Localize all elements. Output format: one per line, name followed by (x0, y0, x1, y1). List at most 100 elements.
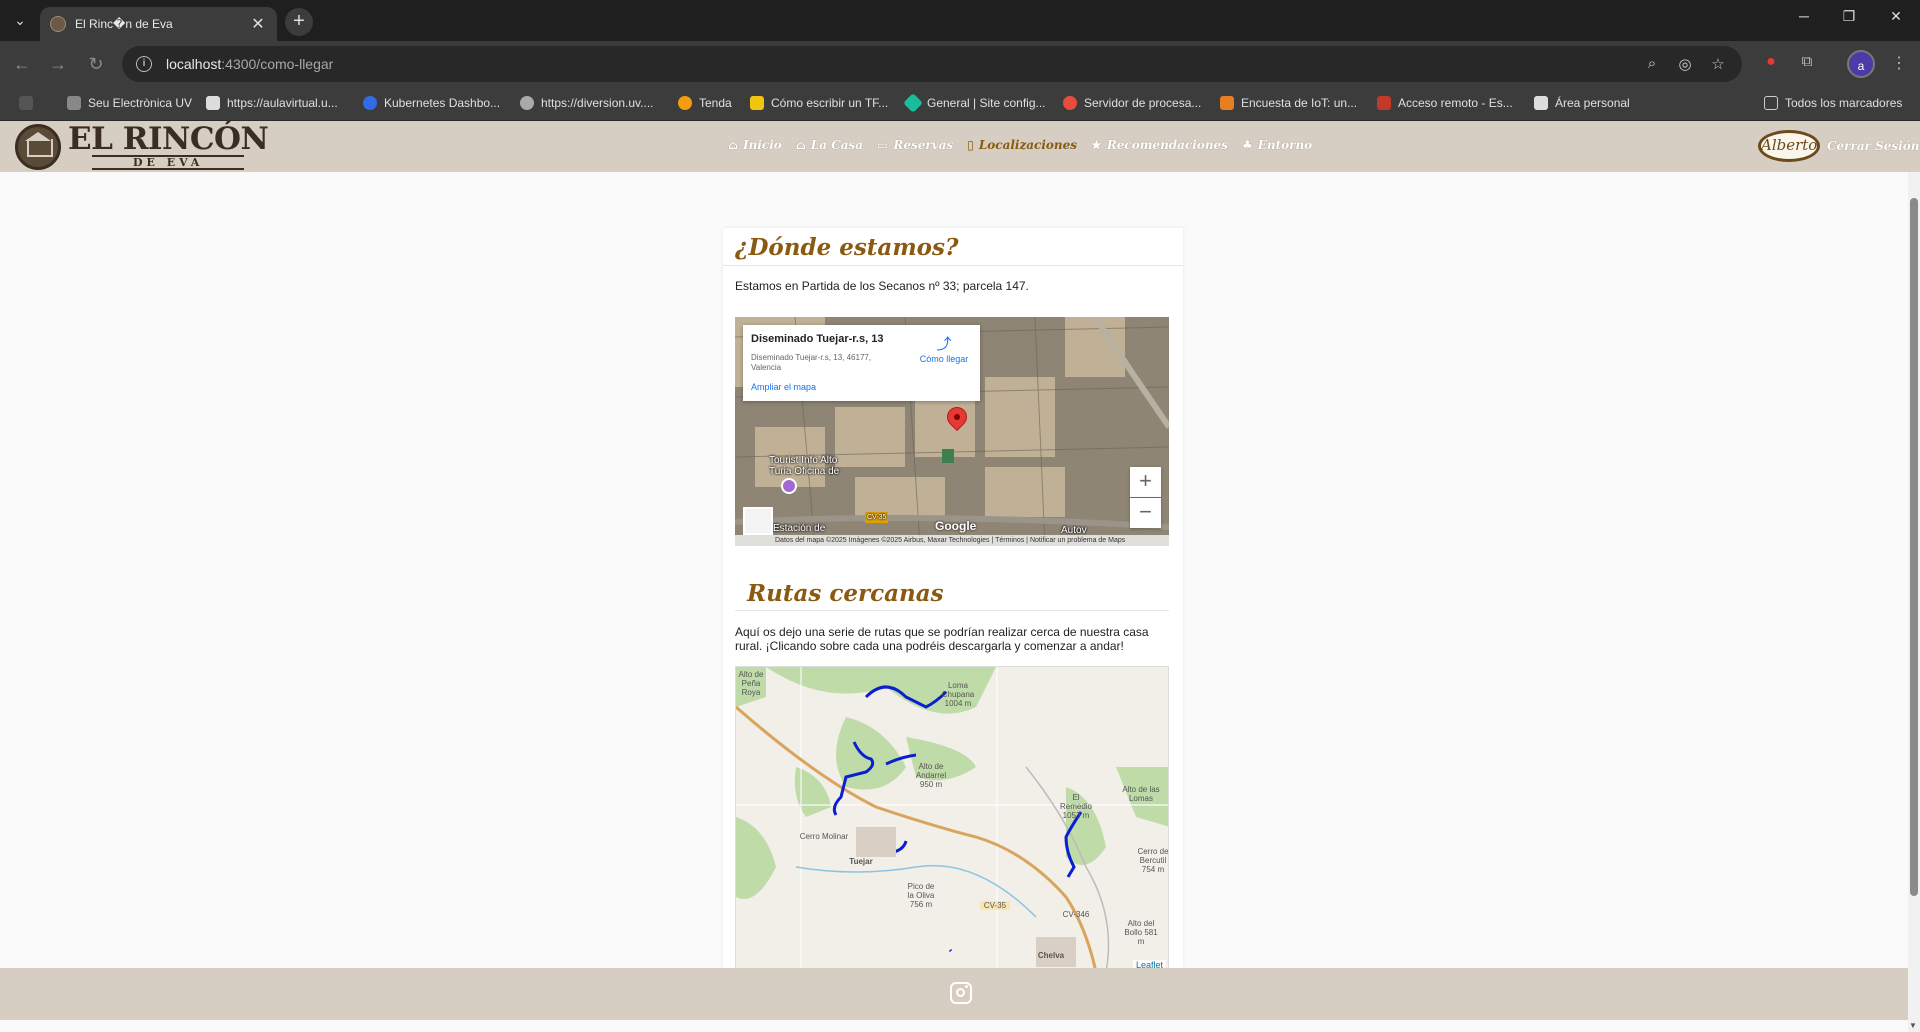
tab-title: El Rinc�n de Eva (75, 17, 173, 31)
place-address: Diseminado Tuejar-r.s, 13, 46177, Valenc… (751, 353, 872, 372)
content-card: ¿Dónde estamos? Estamos en Partida de lo… (723, 228, 1183, 968)
title-divider (723, 265, 1183, 266)
menu-item-localizaciones[interactable]: ▯ Localizaciones (967, 138, 1077, 152)
folder-icon (1764, 96, 1778, 110)
menu-item-entorno[interactable]: ♣ Entorno (1242, 138, 1312, 152)
bookmark-item[interactable]: https://aulavirtual.u... (206, 96, 338, 110)
road-label: CV-35 (865, 512, 889, 523)
site-navbar: EL RINCÓN DE EVA ⌂ Inicio ⌂ La Casa ▭ Reser… (0, 121, 1920, 172)
map-place-label: Cerro Molinar (799, 832, 849, 841)
routes-title: Rutas cercanas (747, 580, 944, 607)
restore-icon[interactable]: ❐ (1837, 8, 1861, 25)
bookmark-item[interactable]: Servidor de procesa... (1063, 96, 1201, 110)
bookmark-item[interactable]: https://diversion.uv.... (520, 96, 654, 110)
bookmark-item[interactable]: Encuesta de IoT: un... (1220, 96, 1357, 110)
zoom-icon[interactable]: ⌕ (1642, 55, 1662, 72)
google-map[interactable]: Tourist Info Alto Turia Oficina de Estac… (735, 317, 1169, 546)
browser-tabbar: ⌄ El Rinc�n de Eva ✕ + ─ ❐ ✕ (0, 0, 1920, 41)
reload-icon[interactable]: ↻ (84, 53, 108, 77)
tab-favicon-icon (50, 16, 66, 32)
map-attribution: Datos del mapa ©2025 Imágenes ©2025 Airb… (735, 535, 1169, 546)
extensions-puzzle-icon[interactable]: ⧉ (1797, 53, 1817, 73)
browser-tab[interactable]: El Rinc�n de Eva ✕ (40, 7, 277, 41)
profile-avatar[interactable]: a (1847, 50, 1875, 78)
new-tab-button[interactable]: + (285, 8, 313, 36)
main-menu: ⌂ Inicio ⌂ La Casa ▭ Reservas ▯ Localizacion… (728, 138, 1326, 152)
browser-menu-icon[interactable]: ⋮ (1889, 53, 1909, 73)
url-host: localhost (166, 56, 222, 72)
tab-search-chevron-icon[interactable]: ⌄ (8, 8, 32, 32)
tree-icon: ♣ (1241, 138, 1253, 152)
bookmark-star-icon[interactable]: ☆ (1708, 55, 1728, 73)
url-path: :4300/como-llegar (221, 56, 334, 72)
scroll-down-icon[interactable]: ▼ (1909, 1021, 1917, 1030)
menu-item-reservas[interactable]: ▭ Reservas (877, 138, 953, 152)
back-icon[interactable]: ← (10, 53, 34, 77)
zoom-out-button[interactable]: − (1130, 498, 1161, 528)
bookmark-favicon-icon (903, 93, 923, 113)
tracking-protection-icon[interactable]: ◎ (1675, 55, 1695, 73)
calendar-icon: ▭ (877, 138, 889, 152)
menu-item-inicio[interactable]: ⌂ Inicio (728, 138, 782, 152)
site-logo[interactable]: EL RINCÓN DE EVA (15, 121, 269, 170)
directions-button[interactable]: ⤴ Cómo llegar (918, 333, 970, 364)
forward-icon[interactable]: → (46, 53, 70, 77)
road-label: CV-346 (1062, 910, 1090, 919)
apps-grid-icon[interactable] (19, 96, 40, 110)
house-logo-icon (15, 124, 61, 170)
star-icon: ★ (1091, 138, 1102, 152)
google-watermark: Google (935, 519, 977, 533)
scrollbar-thumb[interactable] (1910, 198, 1918, 896)
window-close-icon[interactable]: ✕ (1884, 8, 1908, 25)
browser-toolbar: ← → ↻ i localhost :4300/como-llegar ⌕ ◎ … (0, 41, 1920, 87)
kubernetes-icon (363, 96, 377, 110)
instagram-icon[interactable] (950, 982, 972, 1004)
menu-item-recomendaciones[interactable]: ★ Recomendaciones (1091, 138, 1228, 152)
site-footer (0, 968, 1908, 1020)
location-text: Estamos en Partida de los Secanos nº 33;… (735, 279, 1029, 293)
user-badge[interactable]: Alberto (1758, 130, 1820, 162)
map-label: Tourist Info Alto Turia Oficina de (769, 455, 840, 477)
minimize-icon[interactable]: ─ (1792, 8, 1816, 24)
bookmark-item[interactable]: Cómo escribir un TF... (750, 96, 888, 110)
bookmark-favicon-icon (206, 96, 220, 110)
bookmark-item[interactable]: General | Site config... (903, 93, 1046, 113)
logout-link[interactable]: Cerrar Sesión (1827, 139, 1919, 153)
extension-red-icon[interactable]: ● (1761, 53, 1781, 73)
zoom-in-button[interactable]: + (1130, 467, 1161, 497)
logo-sub-text: DE EVA (92, 155, 245, 170)
map-label: Estación de (773, 523, 826, 534)
route-line[interactable] (948, 948, 953, 953)
site-info-icon[interactable]: i (136, 56, 152, 72)
map-place-label: Alto del Bollo 581 m (1124, 919, 1158, 946)
home-icon: ⌂ (728, 138, 739, 152)
bookmark-item[interactable]: Acceso remoto - Es... (1377, 96, 1513, 110)
menu-item-la-casa[interactable]: ⌂ La Casa (796, 138, 863, 152)
map-icon: ▯ (967, 138, 974, 152)
map-place-label: Alto de Peña Roya (738, 670, 764, 697)
bookmark-favicon-icon (1377, 96, 1391, 110)
bookmark-favicon-icon (1063, 96, 1077, 110)
enlarge-map-link[interactable]: Ampliar el mapa (751, 382, 972, 392)
road-label: CV-35 (980, 901, 1010, 910)
where-title: ¿Dónde estamos? (735, 234, 959, 261)
bookmark-favicon-icon (1220, 96, 1234, 110)
bookmark-item[interactable]: Área personal (1534, 96, 1630, 110)
tourist-info-icon[interactable] (781, 478, 797, 494)
all-bookmarks[interactable]: Todos los marcadores (1764, 96, 1902, 110)
globe-icon (520, 96, 534, 110)
leaflet-attribution-link[interactable]: Leaflet (1132, 960, 1166, 968)
logo-main-text: EL RINCÓN (68, 121, 269, 157)
bookmark-favicon-icon (67, 96, 81, 110)
map-type-thumbnail[interactable] (743, 507, 773, 535)
house-icon: ⌂ (795, 138, 806, 152)
bookmark-item[interactable]: Tenda (678, 96, 732, 110)
address-bar[interactable]: i localhost :4300/como-llegar ⌕ ◎ ☆ (122, 46, 1742, 82)
routes-map[interactable]: Alto de Peña Roya Loma Chupana 1004 m Al… (735, 666, 1169, 968)
page-scrollbar[interactable]: ▼ (1908, 172, 1920, 1032)
bookmark-item[interactable]: Kubernetes Dashbo... (363, 96, 500, 110)
tab-close-icon[interactable]: ✕ (249, 14, 267, 34)
routes-divider (735, 610, 1169, 611)
bookmark-item[interactable]: Seu Electrònica UV (67, 96, 192, 110)
bookmarks-bar: Seu Electrònica UV https://aulavirtual.u… (0, 87, 1920, 121)
